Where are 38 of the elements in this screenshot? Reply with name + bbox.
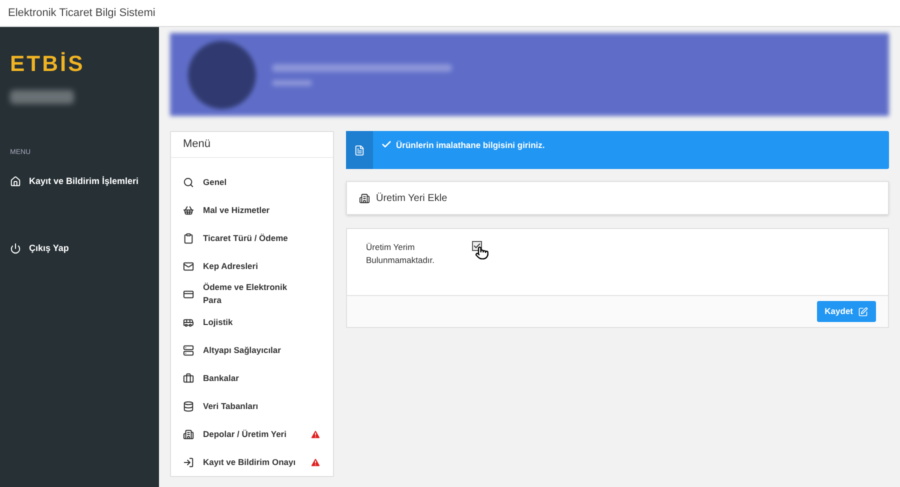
- section-title: Üretim Yeri Ekle: [376, 192, 448, 206]
- stack-icon: [183, 344, 194, 356]
- home-icon: [10, 176, 21, 187]
- menu-item[interactable]: Kep Adresleri: [183, 252, 321, 280]
- edit-icon: [858, 306, 868, 316]
- logo: ETBİS: [10, 50, 86, 78]
- menu-item[interactable]: Ticaret Türü / Ödeme: [183, 224, 321, 252]
- checkbox-label: Üretim Yerim Bulunmamaktadır.: [366, 241, 436, 267]
- blurred-username: [10, 90, 74, 104]
- menu-title: Menü: [183, 137, 211, 152]
- menu-item[interactable]: Bankalar: [183, 364, 321, 392]
- window-title: Elektronik Ticaret Bilgi Sistemi: [8, 6, 156, 21]
- building-icon: [359, 192, 370, 204]
- hand-cursor-icon: [475, 246, 489, 260]
- bus-icon: [183, 316, 194, 328]
- login-icon: [183, 456, 194, 468]
- menu-item[interactable]: Depolar / Üretim Yeri: [183, 420, 321, 448]
- sidebar-item[interactable]: Çıkış Yap: [10, 242, 149, 256]
- alert-message: Ürünlerin imalathane bilgisini giriniz.: [396, 139, 545, 152]
- basket-icon: [183, 204, 194, 216]
- menu-item[interactable]: Mal ve Hizmetler: [183, 196, 321, 224]
- card-icon: [183, 288, 194, 300]
- check-icon: [381, 139, 392, 150]
- menu-item[interactable]: Ödeme ve Elektronik Para: [183, 280, 321, 308]
- database-icon: [183, 400, 194, 412]
- clipboard-icon: [183, 232, 194, 244]
- building-icon: [183, 428, 194, 440]
- menu-item[interactable]: Veri Tabanları: [183, 392, 321, 420]
- search-icon: [183, 176, 194, 188]
- menu-item[interactable]: Kayıt ve Bildirim Onayı: [183, 448, 321, 476]
- menu-item[interactable]: Genel: [183, 168, 321, 196]
- sidebar-item[interactable]: Kayıt ve Bildirim İşlemleri: [10, 174, 149, 188]
- menu-item[interactable]: Lojistik: [183, 308, 321, 336]
- menu-item[interactable]: Altyapı Sağlayıcılar: [183, 336, 321, 364]
- envelope-icon: [183, 260, 194, 272]
- briefcase-icon: [183, 372, 194, 384]
- power-icon: [10, 243, 21, 254]
- document-icon: [354, 144, 365, 156]
